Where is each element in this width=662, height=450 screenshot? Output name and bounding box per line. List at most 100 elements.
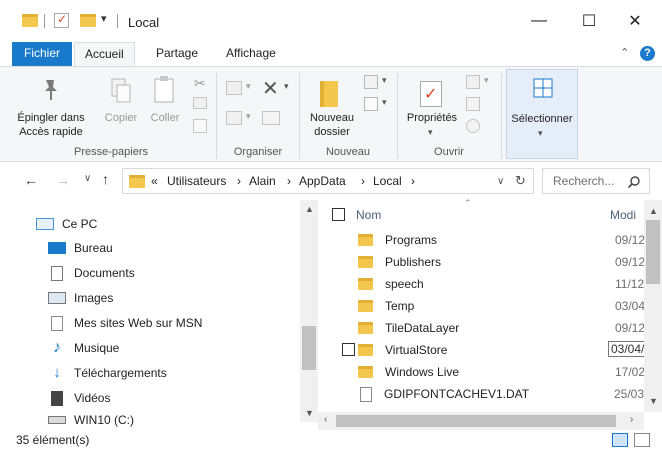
file-name: GDIPFONTCACHEV1.DAT [384,387,530,401]
list-item[interactable]: Windows Live 17/02 [348,361,660,383]
scroll-left-icon[interactable]: ‹ [324,414,327,425]
nav-scrollbar[interactable]: ▲ ▼ [300,200,318,422]
new-item-icon[interactable] [364,75,378,89]
chevron-down-icon[interactable]: ▾ [382,75,387,86]
file-name: Publishers [385,255,442,269]
download-icon: ↓ [53,364,61,381]
details-view-icon[interactable] [612,433,628,447]
scroll-up-icon[interactable]: ▲ [649,206,658,216]
folder-icon [358,278,373,290]
delete-icon[interactable]: ✕ [262,76,279,101]
minimize-button[interactable]: — [516,6,562,36]
select-button[interactable]: Sélectionner ▾ [506,69,578,159]
file-name: Programs [385,233,438,247]
crumb-utilisateurs[interactable]: Utilisateurs [167,174,226,188]
help-icon[interactable]: ? [640,46,655,61]
list-item-hovered[interactable]: VirtualStore 03/04/20 [348,339,662,361]
copy-button[interactable]: Copier [100,73,142,131]
list-item[interactable]: Temp 03/04 [348,295,660,317]
nav-item-videos[interactable]: Vidéos [48,386,110,410]
paste-button[interactable]: Coller [144,73,186,131]
pin-quick-access-button[interactable]: Épingler dans Accès rapide [8,73,94,143]
list-item[interactable]: Programs 09/12 [348,229,660,251]
file-list-pane: ⌃ Nom Modi Programs 09/12 Publishers 09/… [318,198,662,430]
file-name: VirtualStore [385,343,448,357]
list-item[interactable]: TileDataLayer 09/12 [348,317,660,339]
nav-item-telechargements[interactable]: ↓ Téléchargements [48,361,166,385]
tab-fichier[interactable]: Fichier [12,42,73,66]
move-to-icon[interactable] [226,81,242,95]
chevron-down-icon[interactable]: ▾ [382,97,387,108]
search-input[interactable]: Recherch... [542,168,650,194]
file-name: TileDataLayer [385,321,460,335]
forward-arrow-icon[interactable]: → [56,172,70,188]
scrollbar-thumb[interactable] [302,326,316,370]
nav-item-documents[interactable]: Documents [48,261,135,285]
maximize-button[interactable]: ☐ [566,6,612,36]
column-header-name[interactable]: Nom [356,208,381,222]
nav-item-bureau[interactable]: Bureau [48,236,113,260]
column-header-modified[interactable]: Modi [610,208,636,222]
chevron-down-icon[interactable]: ▾ [246,111,251,122]
properties-button[interactable]: ✓ Propriétés ▾ [402,73,462,143]
recent-locations-icon[interactable]: ∨ [84,173,91,184]
properties-quick-icon[interactable]: ✓ [54,12,69,28]
crumb-alain[interactable]: Alain [249,174,276,188]
scroll-right-icon[interactable]: › [630,414,633,425]
list-item[interactable]: GDIPFONTCACHEV1.DAT 25/03 [348,383,660,405]
list-item[interactable]: speech 11/12 [348,273,660,295]
easy-access-icon[interactable] [364,97,378,111]
nav-item-images[interactable]: Images [48,286,113,310]
rename-icon[interactable] [262,111,280,125]
customize-quick-access-icon[interactable]: ▾ [101,12,107,25]
up-arrow-icon[interactable]: ↑ [102,171,109,187]
paste-shortcut-icon[interactable] [193,119,207,133]
nav-item-win10-c[interactable]: WIN10 (C:) [48,410,134,430]
open-icon[interactable] [466,75,480,89]
chevron-down-icon[interactable]: ▾ [284,81,289,92]
scroll-down-icon[interactable]: ▼ [649,396,658,406]
close-button[interactable]: ✕ [612,6,658,36]
file-name: Temp [385,299,415,313]
tab-affichage[interactable]: Affichage [216,42,286,66]
copy-path-icon[interactable] [193,97,207,109]
address-bar[interactable]: « Utilisateurs › Alain › AppData › Local… [122,168,534,194]
nav-item-ce-pc[interactable]: Ce PC [36,212,97,236]
select-all-checkbox[interactable] [332,208,345,221]
scroll-up-icon[interactable]: ▲ [305,204,314,214]
address-dropdown-icon[interactable]: ∨ [497,176,504,187]
scrollbar-thumb[interactable] [646,220,660,284]
chevron-down-icon[interactable]: ▾ [484,75,489,86]
nav-item-mes-sites-web[interactable]: Mes sites Web sur MSN [48,311,202,335]
crumb-overflow[interactable]: « [151,174,158,188]
select-grid-icon [533,78,553,98]
tab-accueil[interactable]: Accueil [74,42,135,66]
back-arrow-icon[interactable]: ← [24,172,38,188]
folder-icon [358,344,373,356]
group-label-presse-papiers: Presse-papiers [74,146,148,158]
file-vertical-scrollbar[interactable]: ▲ ▼ [644,200,662,412]
new-folder-quick-icon[interactable] [80,14,96,27]
crumb-appdata[interactable]: AppData [299,174,346,188]
cut-icon[interactable]: ✂ [194,75,206,92]
list-item[interactable]: Publishers 09/12 [348,251,660,273]
new-folder-button[interactable]: Nouveau dossier [304,73,360,143]
chevron-down-icon[interactable]: ▾ [246,81,251,92]
scrollbar-thumb[interactable] [336,415,616,427]
refresh-icon[interactable]: ↻ [515,173,526,189]
history-icon[interactable] [466,119,480,133]
crumb-local[interactable]: Local [373,174,402,188]
copy-to-icon[interactable] [226,111,242,125]
folder-icon [358,366,373,378]
item-count: 35 élément(s) [16,433,90,447]
nav-item-musique[interactable]: ♪ Musique [48,336,119,360]
nav-item-label: Documents [74,266,135,280]
collapse-ribbon-icon[interactable]: ⌃ [620,46,629,59]
edit-icon[interactable] [466,97,480,111]
folder-icon [358,256,373,268]
nav-item-label: Mes sites Web sur MSN [74,316,203,330]
tab-partage[interactable]: Partage [146,42,208,66]
large-icons-view-icon[interactable] [634,433,650,447]
scroll-down-icon[interactable]: ▼ [305,408,314,418]
file-horizontal-scrollbar[interactable]: ‹ › [318,412,644,430]
